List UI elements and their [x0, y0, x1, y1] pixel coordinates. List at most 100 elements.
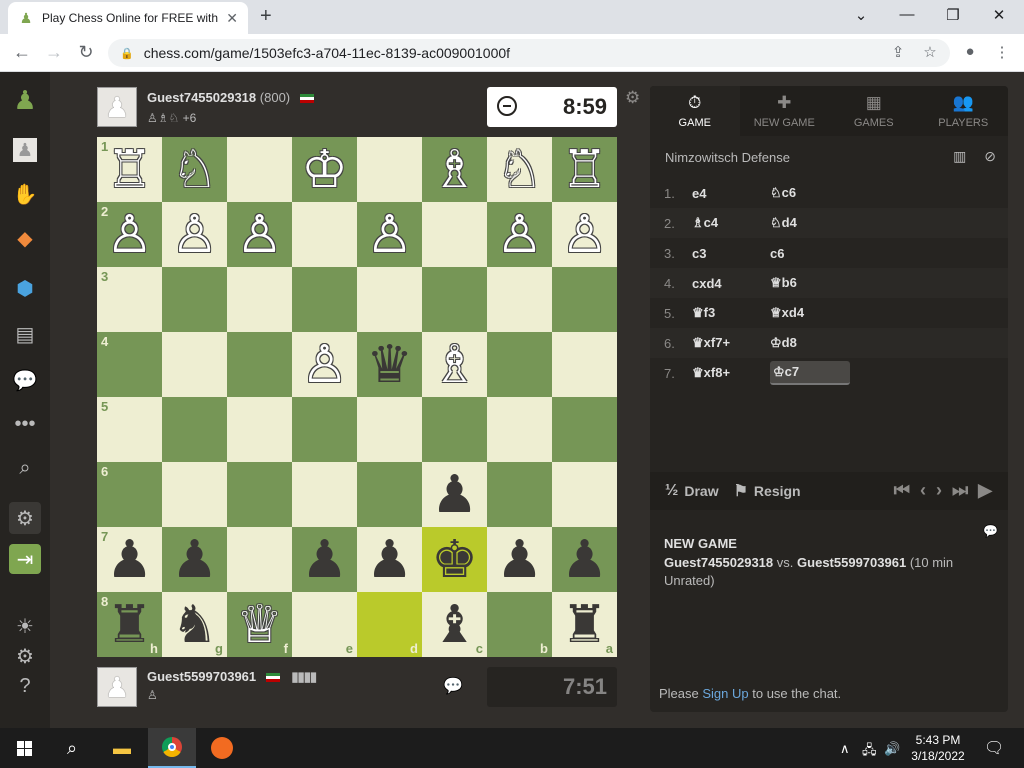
black-rook-piece[interactable]: ♜	[561, 599, 608, 651]
square-g3[interactable]	[162, 267, 227, 332]
white-move[interactable]: ♛f3	[692, 305, 770, 321]
watch-icon[interactable]: ⬢	[9, 272, 41, 304]
square-b2[interactable]: ♙	[487, 202, 552, 267]
back-arrow-icon[interactable]: ←	[10, 42, 34, 62]
square-e2[interactable]	[292, 202, 357, 267]
square-d3[interactable]	[357, 267, 422, 332]
square-e6[interactable]	[292, 462, 357, 527]
white-bishop-piece[interactable]: ♗	[431, 144, 478, 196]
square-b6[interactable]	[487, 462, 552, 527]
login-icon[interactable]: ⇥	[9, 544, 41, 574]
black-move[interactable]: ♕b6	[770, 275, 850, 291]
tab-players[interactable]: 👥 PLAYERS	[919, 86, 1009, 136]
square-c4[interactable]: ♗	[422, 332, 487, 397]
play-icon[interactable]: ▶	[978, 480, 992, 501]
square-g8[interactable]: ♞ g	[162, 592, 227, 657]
square-a3[interactable]	[552, 267, 617, 332]
square-f2[interactable]: ♙	[227, 202, 292, 267]
white-rook-piece[interactable]: ♖	[106, 144, 153, 196]
chat-toggle-icon[interactable]: 💬	[983, 524, 998, 538]
square-e5[interactable]	[292, 397, 357, 462]
close-window-button[interactable]: ✕	[976, 6, 1022, 24]
chrome-icon[interactable]	[148, 728, 196, 768]
black-pawn-piece[interactable]: ♟	[301, 534, 348, 586]
tab-games[interactable]: ▦ GAMES	[829, 86, 919, 136]
tab-new-game[interactable]: ✚ NEW GAME	[740, 86, 830, 136]
square-a5[interactable]	[552, 397, 617, 462]
tab-close-icon[interactable]: ✕	[226, 10, 238, 27]
tab-search-icon[interactable]: ⌄	[838, 6, 884, 24]
black-pawn-piece[interactable]: ♟	[496, 534, 543, 586]
square-d8[interactable]: d	[357, 592, 422, 657]
white-king-piece[interactable]: ♔	[301, 144, 348, 196]
last-move-icon[interactable]: ⏭	[952, 480, 968, 501]
black-pawn-piece[interactable]: ♟	[431, 469, 478, 521]
bookmark-star-icon[interactable]: ☆	[920, 43, 940, 61]
square-b3[interactable]	[487, 267, 552, 332]
black-move[interactable]: ♘c6	[770, 185, 850, 201]
black-rook-piece[interactable]: ♜	[106, 599, 153, 651]
chat-bubble-icon[interactable]: 💬	[443, 676, 463, 696]
square-b5[interactable]	[487, 397, 552, 462]
black-pawn-piece[interactable]: ♟	[171, 534, 218, 586]
square-e1[interactable]: ♔	[292, 137, 357, 202]
square-d5[interactable]	[357, 397, 422, 462]
forward-arrow-icon[interactable]: →	[42, 42, 66, 62]
user-settings-icon[interactable]: ⚙	[9, 502, 41, 534]
black-move[interactable]: ♔c7	[770, 361, 850, 385]
share-icon[interactable]: ⇪	[888, 43, 908, 61]
black-king-piece[interactable]: ♚	[431, 534, 478, 586]
orange-app-icon[interactable]	[198, 728, 246, 768]
black-pawn-piece[interactable]: ♟	[106, 534, 153, 586]
square-g2[interactable]: ♙	[162, 202, 227, 267]
square-c2[interactable]	[422, 202, 487, 267]
square-g6[interactable]	[162, 462, 227, 527]
white-pawn-piece[interactable]: ♙	[561, 209, 608, 261]
square-e7[interactable]: ♟	[292, 527, 357, 592]
square-c3[interactable]	[422, 267, 487, 332]
square-f3[interactable]	[227, 267, 292, 332]
volume-icon[interactable]: 🔊	[884, 741, 900, 757]
resign-button[interactable]: ⚑ Resign	[734, 481, 801, 501]
square-h1[interactable]: ♖ 1	[97, 137, 162, 202]
square-c6[interactable]: ♟	[422, 462, 487, 527]
black-move[interactable]: ♘d4	[770, 215, 850, 231]
black-move[interactable]: c6	[770, 246, 850, 261]
square-e8[interactable]: e	[292, 592, 357, 657]
white-move[interactable]: e4	[692, 186, 770, 201]
square-c5[interactable]	[422, 397, 487, 462]
tray-chevron-icon[interactable]: ∧	[840, 741, 850, 757]
square-h3[interactable]: 3	[97, 267, 162, 332]
white-move[interactable]: ♗c4	[692, 215, 770, 231]
white-rook-piece[interactable]: ♖	[561, 144, 608, 196]
white-pawn-piece[interactable]: ♙	[366, 209, 413, 261]
square-h4[interactable]: 4	[97, 332, 162, 397]
chess-logo-icon[interactable]: ♟	[9, 84, 41, 116]
browser-tab[interactable]: ♟ Play Chess Online for FREE with Friend…	[8, 2, 248, 34]
square-f1[interactable]	[227, 137, 292, 202]
compass-icon[interactable]: ⊘	[984, 148, 996, 164]
draw-button[interactable]: ½ Draw	[665, 482, 719, 500]
square-c8[interactable]: ♝ c	[422, 592, 487, 657]
settings-gear-icon[interactable]: ⚙	[9, 640, 41, 672]
network-icon[interactable]: 🖧	[862, 741, 877, 763]
white-move[interactable]: ♛xf7+	[692, 335, 770, 351]
square-g7[interactable]: ♟	[162, 527, 227, 592]
square-b8[interactable]: b	[487, 592, 552, 657]
square-b7[interactable]: ♟	[487, 527, 552, 592]
white-bishop-piece[interactable]: ♗	[431, 339, 478, 391]
square-a1[interactable]: ♖	[552, 137, 617, 202]
white-move[interactable]: ♛xf8+	[692, 365, 770, 381]
top-player-avatar[interactable]: ♟	[97, 87, 137, 127]
board-settings-gear-icon[interactable]: ⚙	[625, 88, 640, 108]
square-d4[interactable]: ♛	[357, 332, 422, 397]
maximize-button[interactable]: ❐	[930, 6, 976, 24]
square-a8[interactable]: ♜ a	[552, 592, 617, 657]
black-queen-piece[interactable]: ♛	[366, 339, 413, 391]
play-icon[interactable]: ♟	[9, 134, 41, 166]
search-icon[interactable]: ⌕	[9, 452, 41, 484]
notification-icon[interactable]: 🗨	[984, 738, 1004, 758]
square-b1[interactable]: ♘	[487, 137, 552, 202]
bottom-player-name[interactable]: Guest5599703961	[147, 669, 256, 684]
windows-start-icon[interactable]	[0, 728, 48, 768]
